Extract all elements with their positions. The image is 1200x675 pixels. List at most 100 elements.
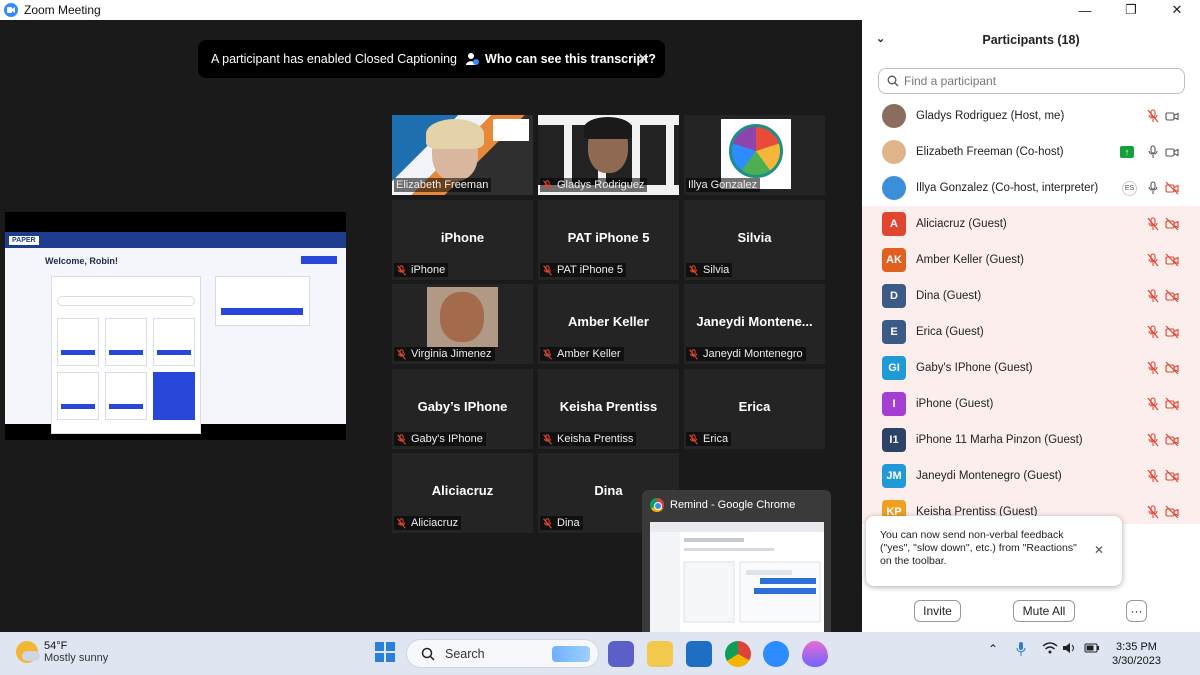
file-explorer-icon[interactable] (647, 641, 673, 667)
tile-name: Erica (703, 433, 729, 445)
participant-row[interactable]: A Aliciacruz (Guest) (862, 206, 1200, 242)
system-clock[interactable]: 3:35 PM 3/30/2023 (1112, 640, 1161, 668)
mic-icon[interactable] (1146, 181, 1160, 195)
participant-row[interactable]: Illya Gonzalez (Co-host, interpreter) ES (862, 170, 1200, 206)
video-tile[interactable]: Virginia Jimenez (392, 284, 533, 364)
camera-off-icon[interactable] (1165, 325, 1179, 339)
video-tile[interactable]: Janeydi Montene... Janeydi Montenegro (684, 284, 825, 364)
chat-app-icon[interactable] (608, 641, 634, 667)
transcript-visibility-link[interactable]: Who can see this transcript? (465, 52, 656, 66)
camera-off-icon[interactable] (1165, 361, 1179, 375)
tile-name-label: Amber Keller (540, 347, 624, 361)
weather-widget[interactable]: 54°F Mostly sunny (16, 640, 108, 664)
tile-name-label: Silvia (686, 263, 733, 277)
mic-muted-icon[interactable] (1146, 325, 1160, 339)
outlook-icon[interactable] (686, 641, 712, 667)
taskbar-search-box[interactable]: Search (406, 639, 599, 668)
mic-muted-icon[interactable] (1146, 433, 1160, 447)
camera-off-icon[interactable] (1165, 217, 1179, 231)
camera-off-icon[interactable] (1165, 469, 1179, 483)
participant-row[interactable]: GI Gaby's IPhone (Guest) (862, 350, 1200, 386)
video-tile[interactable]: Silvia Silvia (684, 200, 825, 280)
clock-date: 3/30/2023 (1112, 655, 1161, 667)
collapse-panel-chevron-icon[interactable]: ⌄ (876, 32, 885, 45)
taskbar-search-label: Search (445, 646, 485, 661)
camera-icon[interactable] (1165, 109, 1179, 123)
wifi-icon[interactable] (1042, 642, 1058, 657)
participant-row[interactable]: D Dina (Guest) (862, 278, 1200, 314)
close-toast-icon[interactable]: ✕ (1094, 544, 1104, 557)
video-tile[interactable]: Keisha Prentiss Keisha Prentiss (538, 369, 679, 449)
video-tile[interactable]: Amber Keller Amber Keller (538, 284, 679, 364)
partly-sunny-icon (16, 641, 40, 663)
microphone-tray-icon[interactable] (1016, 642, 1026, 659)
participant-row[interactable]: JM Janeydi Montenegro (Guest) (862, 458, 1200, 494)
camera-icon[interactable] (1165, 145, 1179, 159)
video-tile[interactable]: iPhone iPhone (392, 200, 533, 280)
video-tile[interactable]: Aliciacruz Aliciacruz (392, 453, 533, 533)
battery-icon[interactable] (1084, 642, 1100, 657)
video-tile[interactable]: Erica Erica (684, 369, 825, 449)
invite-button[interactable]: Invite (914, 600, 961, 622)
zoom-taskbar-icon[interactable] (763, 641, 789, 667)
show-hidden-icons-chevron-icon[interactable]: ⌃ (988, 642, 998, 656)
mic-muted-icon[interactable] (1146, 361, 1160, 375)
camera-off-icon[interactable] (1165, 253, 1179, 267)
video-tile[interactable]: Gaby’s IPhone Gaby's IPhone (392, 369, 533, 449)
mute-all-button[interactable]: Mute All (1013, 600, 1075, 622)
shared-subject-card (105, 372, 147, 420)
mic-icon[interactable] (1146, 145, 1160, 159)
camera-off-icon[interactable] (1165, 433, 1179, 447)
cc-message: A participant has enabled Closed Caption… (211, 52, 458, 66)
participant-row[interactable]: I1 iPhone 11 Marha Pinzon (Guest) (862, 422, 1200, 458)
more-options-button[interactable]: ··· (1126, 600, 1147, 622)
participant-row[interactable]: AK Amber Keller (Guest) (862, 242, 1200, 278)
video-tile[interactable]: Gladys Rodriguez (538, 115, 679, 195)
participant-search-input[interactable] (904, 74, 1164, 88)
remind-window-preview[interactable]: Remind - Google Chrome (642, 490, 831, 641)
shared-document: PAPER Welcome, Robin! (5, 232, 346, 434)
start-menu-icon[interactable] (374, 641, 400, 667)
shared-card-button (109, 350, 143, 355)
remind-preview-thumbnail (650, 522, 824, 634)
volume-icon[interactable] (1062, 642, 1078, 657)
participant-hair (426, 119, 484, 149)
tile-name-label: Gladys Rodriguez (540, 178, 648, 192)
tile-name-label: Aliciacruz (394, 516, 462, 530)
mic-muted-icon[interactable] (1146, 217, 1160, 231)
video-tile[interactable]: Elizabeth Freeman (392, 115, 533, 195)
mic-muted-icon[interactable] (1146, 253, 1160, 267)
participant-row[interactable]: Gladys Rodriguez (Host, me) (862, 98, 1200, 134)
avatar: GI (882, 356, 906, 380)
video-tile[interactable]: Illya Gonzalez (684, 115, 825, 195)
close-banner-button[interactable]: ✕ (637, 50, 649, 67)
mic-muted-icon[interactable] (1146, 397, 1160, 411)
paint-app-icon[interactable] (802, 641, 828, 667)
maximize-button[interactable]: ❐ (1108, 0, 1154, 20)
camera-off-icon[interactable] (1165, 181, 1179, 195)
school-logo (493, 119, 529, 141)
participants-title: Participants (18) (982, 33, 1080, 47)
chrome-taskbar-icon[interactable] (725, 641, 751, 667)
minimize-button[interactable]: — (1062, 0, 1108, 20)
video-tile[interactable]: PAT iPhone 5 PAT iPhone 5 (538, 200, 679, 280)
mic-muted-icon[interactable] (1146, 289, 1160, 303)
mic-muted-icon[interactable] (1146, 109, 1160, 123)
mic-muted-icon[interactable] (1146, 469, 1160, 483)
window-title: Zoom Meeting (24, 3, 101, 17)
globe-logo-icon (729, 124, 783, 178)
video-area: A participant has enabled Closed Caption… (0, 20, 862, 641)
mic-muted-icon[interactable] (1146, 505, 1160, 519)
camera-off-icon[interactable] (1165, 397, 1179, 411)
participant-name: Illya Gonzalez (Co-host, interpreter) (916, 182, 1099, 194)
interpreter-language-badge: ES (1122, 181, 1137, 196)
search-icon (887, 75, 899, 87)
close-window-button[interactable]: ✕ (1154, 0, 1200, 20)
camera-off-icon[interactable] (1165, 505, 1179, 519)
participant-row[interactable]: Elizabeth Freeman (Co-host) ↑ (862, 134, 1200, 170)
participant-search-box[interactable] (878, 68, 1185, 94)
avatar: JM (882, 464, 906, 488)
camera-off-icon[interactable] (1165, 289, 1179, 303)
participant-row[interactable]: E Erica (Guest) (862, 314, 1200, 350)
participant-row[interactable]: IiPhone (Guest) (862, 386, 1200, 422)
